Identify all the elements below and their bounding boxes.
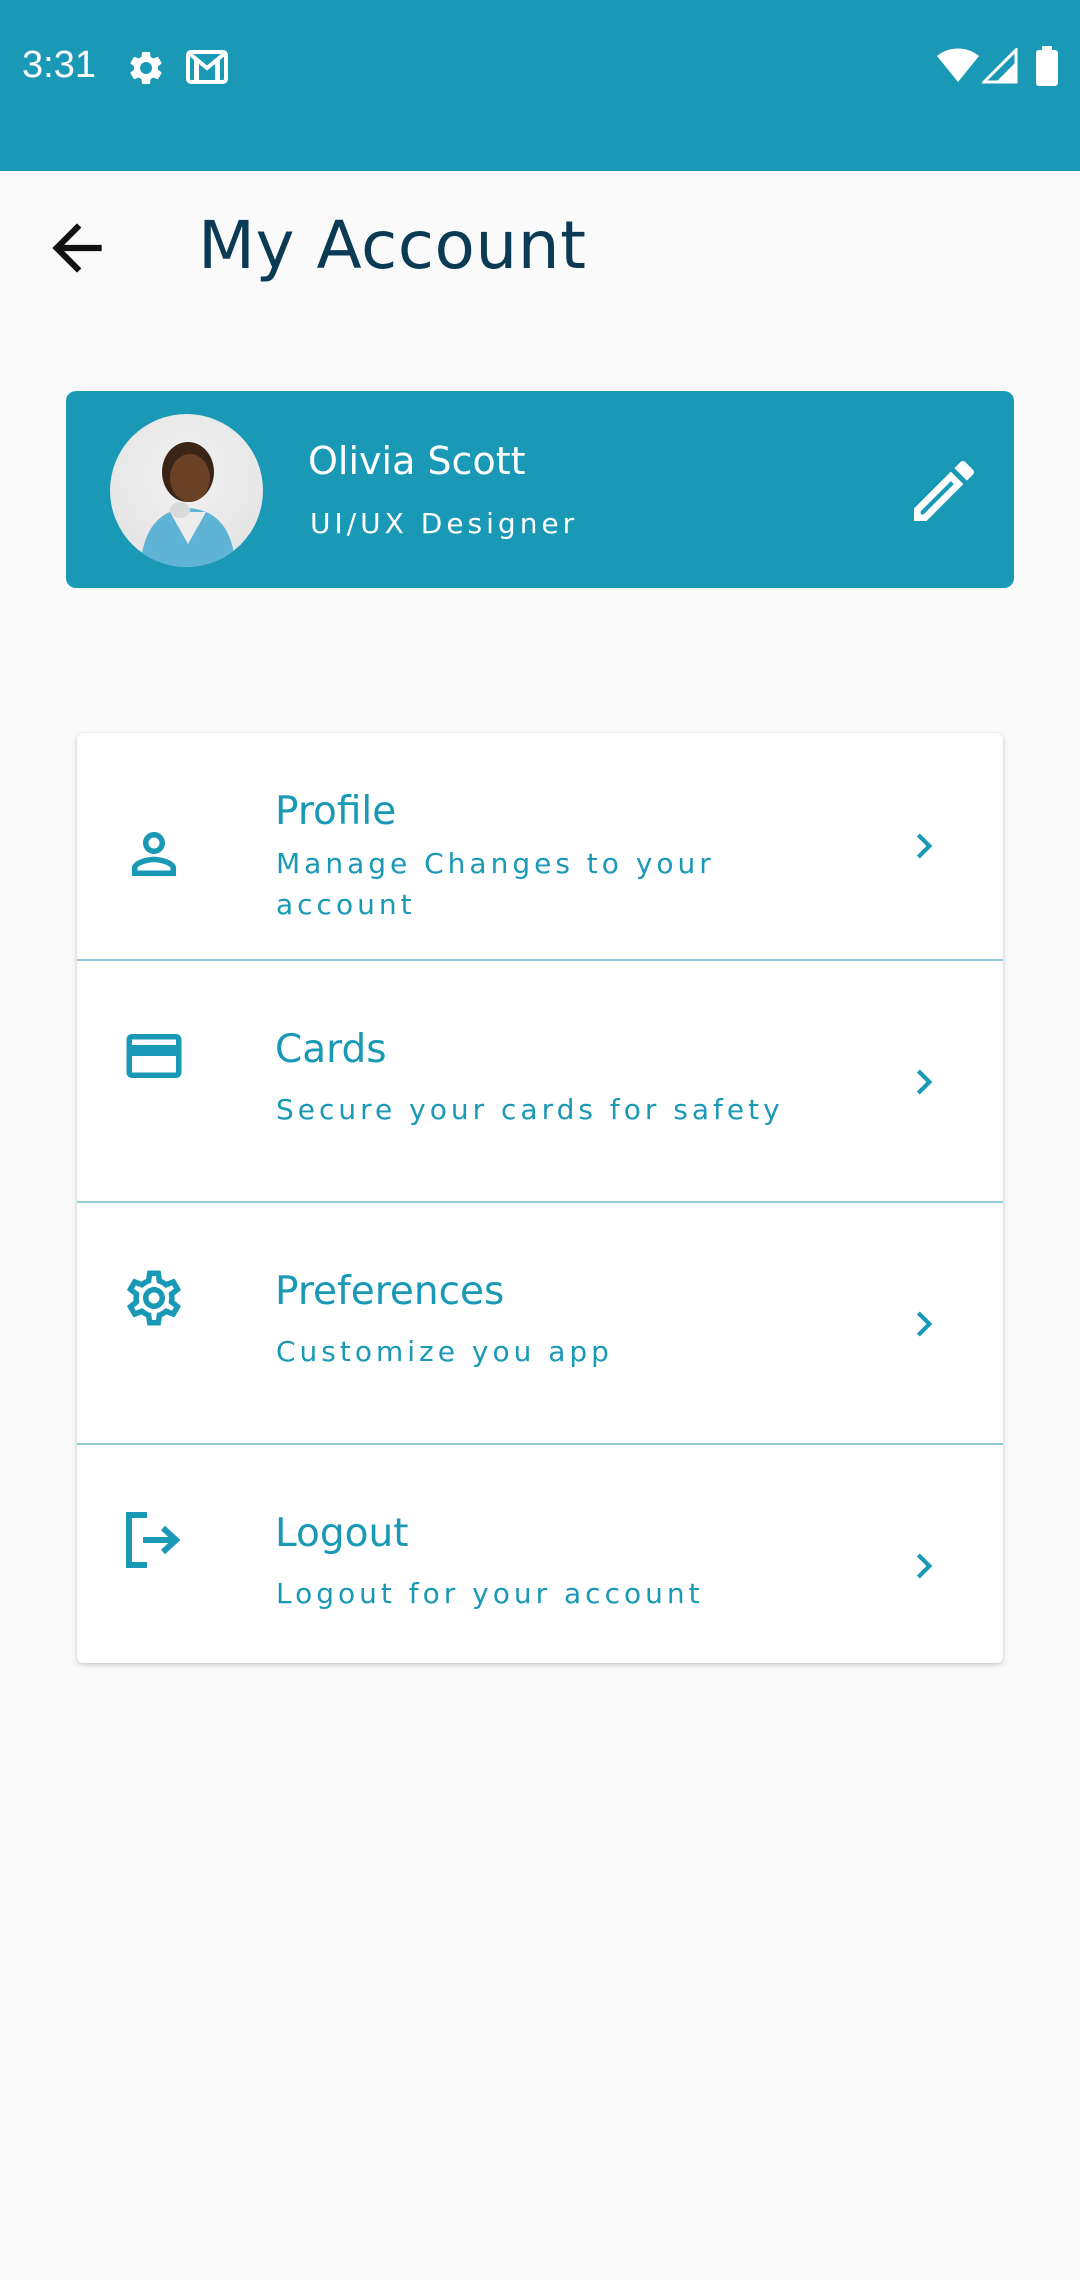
arrow-left-icon	[40, 223, 114, 289]
battery-icon	[1036, 46, 1058, 86]
menu-item-logout[interactable]: Logout Logout for your account	[77, 1445, 1003, 1663]
menu-item-subtitle: Manage Changes to your account	[276, 847, 715, 921]
person-icon	[121, 821, 187, 887]
menu-item-title: Profile	[275, 789, 397, 834]
menu-item-title: Cards	[275, 1027, 387, 1072]
chevron-right-icon	[899, 1299, 949, 1349]
wifi-icon	[936, 48, 980, 84]
menu-item-preferences[interactable]: Preferences Customize you app	[77, 1203, 1003, 1445]
menu-item-subtitle: Customize you app	[276, 1335, 613, 1368]
menu-item-subtitle: Secure your cards for safety	[276, 1093, 784, 1126]
signal-icon	[980, 46, 1018, 84]
gear-icon	[126, 48, 166, 88]
pencil-icon	[904, 460, 984, 535]
edit-profile-button[interactable]	[904, 451, 984, 531]
chevron-right-icon	[899, 1057, 949, 1107]
back-button[interactable]	[40, 211, 114, 285]
page-title: My Account	[198, 207, 587, 284]
gmail-icon	[186, 48, 228, 86]
logout-icon	[121, 1507, 187, 1573]
credit-card-icon	[121, 1023, 187, 1089]
app-bar: My Account	[0, 171, 1080, 326]
status-bar: 3:31	[0, 0, 1080, 171]
menu-item-title: Preferences	[275, 1269, 505, 1314]
profile-card: Olivia Scott UI/UX Designer	[66, 391, 1014, 588]
chevron-right-icon	[899, 821, 949, 871]
settings-icon	[121, 1265, 187, 1331]
account-menu: Profile Manage Changes to your account C…	[77, 733, 1003, 1663]
status-time: 3:31	[22, 44, 96, 86]
avatar[interactable]	[110, 414, 263, 567]
chevron-right-icon	[899, 1541, 949, 1591]
profile-role: UI/UX Designer	[310, 507, 579, 540]
menu-item-subtitle: Logout for your account	[276, 1577, 704, 1610]
profile-name: Olivia Scott	[308, 439, 526, 483]
menu-item-cards[interactable]: Cards Secure your cards for safety	[77, 961, 1003, 1203]
menu-item-profile[interactable]: Profile Manage Changes to your account	[77, 733, 1003, 961]
menu-item-title: Logout	[275, 1511, 409, 1556]
